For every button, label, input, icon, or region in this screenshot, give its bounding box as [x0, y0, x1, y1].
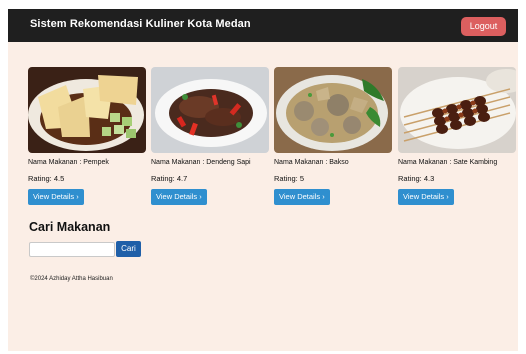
search-input[interactable] [29, 242, 115, 257]
dendeng-sapi-image [151, 67, 269, 153]
app-frame: Sistem Rekomendasi Kuliner Kota Medan Lo… [8, 9, 518, 351]
food-name: Nama Makanan : Sate Kambing [398, 159, 498, 166]
footer-copyright: ©2024 Azhiday Attha Hasibuan [30, 276, 113, 282]
app-title: Sistem Rekomendasi Kuliner Kota Medan [30, 18, 251, 30]
food-rating: Rating: 4.7 [151, 174, 188, 183]
food-rating: Rating: 4.5 [28, 174, 65, 183]
food-rating: Rating: 5 [274, 174, 305, 183]
search-heading: Cari Makanan [29, 220, 111, 234]
bakso-image [274, 67, 392, 153]
view-details-button[interactable]: View Details › [151, 189, 207, 205]
navbar: Sistem Rekomendasi Kuliner Kota Medan Lo… [8, 9, 518, 42]
food-name: Nama Makanan : Dendeng Sapi [151, 159, 251, 166]
food-name: Nama Makanan : Bakso [274, 159, 349, 166]
view-details-button[interactable]: View Details › [274, 189, 330, 205]
food-name: Nama Makanan : Pempek [28, 159, 109, 166]
view-details-button[interactable]: View Details › [398, 189, 454, 205]
search-button[interactable]: Cari [116, 241, 141, 257]
view-details-button[interactable]: View Details › [28, 189, 84, 205]
pempek-image [28, 67, 146, 153]
food-card-bakso: Nama Makanan : Bakso Rating: 5 View Deta… [274, 67, 392, 205]
food-card-pempek: Nama Makanan : Pempek Rating: 4.5 View D… [28, 67, 146, 205]
food-rating: Rating: 4.3 [398, 174, 435, 183]
food-card-sate-kambing: Nama Makanan : Sate Kambing Rating: 4.3 … [398, 67, 516, 205]
food-card-dendeng-sapi: Nama Makanan : Dendeng Sapi Rating: 4.7 … [151, 67, 269, 205]
sate-kambing-image [398, 67, 516, 153]
logout-button[interactable]: Logout [461, 17, 506, 36]
